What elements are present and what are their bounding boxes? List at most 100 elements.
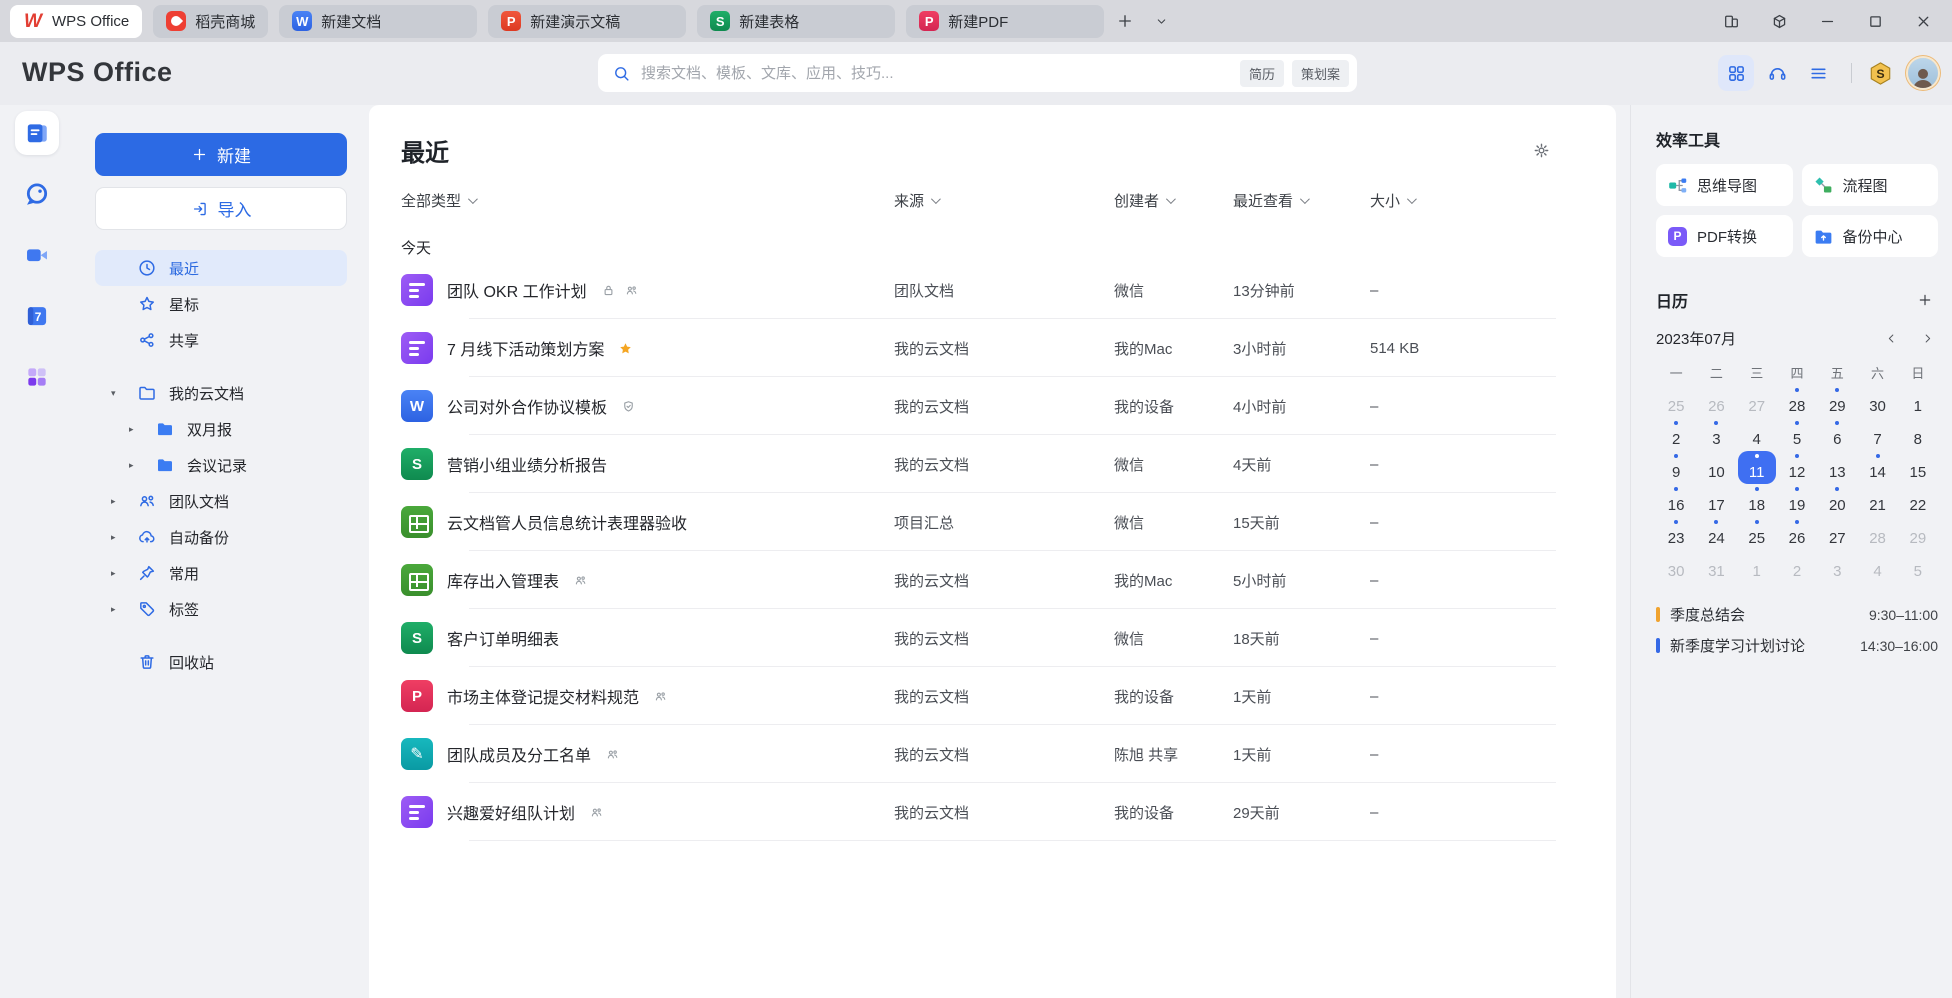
app-tab[interactable]: W WPS Office bbox=[10, 5, 142, 38]
app-tab[interactable]: 稻壳商城 bbox=[153, 5, 268, 38]
file-row[interactable]: P 市场主体登记提交材料规范 我的云文档 我的设备 1天前 – bbox=[401, 667, 1556, 725]
calendar-day[interactable]: 19 bbox=[1777, 484, 1817, 517]
calendar-day[interactable]: 15 bbox=[1898, 451, 1938, 484]
calendar-day[interactable]: 14 bbox=[1857, 451, 1897, 484]
tool-backup[interactable]: 备份中心 bbox=[1802, 215, 1939, 257]
filter-viewed[interactable]: 最近查看 bbox=[1233, 190, 1370, 211]
calendar-day[interactable]: 4 bbox=[1857, 550, 1897, 583]
maximize-button[interactable] bbox=[1860, 6, 1890, 36]
list-settings-button[interactable] bbox=[1526, 136, 1556, 166]
calendar-day[interactable]: 20 bbox=[1817, 484, 1857, 517]
calendar-day[interactable]: 26 bbox=[1696, 385, 1736, 418]
calendar-day[interactable]: 7 bbox=[1857, 418, 1897, 451]
minimize-button[interactable] bbox=[1812, 6, 1842, 36]
tool-flowchart[interactable]: 流程图 bbox=[1802, 164, 1939, 206]
sidebar-item[interactable]: ▸ 团队文档 bbox=[95, 483, 347, 519]
calendar-day[interactable]: 9 bbox=[1656, 451, 1696, 484]
rail-item-docs[interactable] bbox=[15, 111, 59, 155]
sidebar-item[interactable]: 回收站 bbox=[95, 644, 347, 680]
calendar-day[interactable]: 23 bbox=[1656, 517, 1696, 550]
sidebar-item[interactable]: ▾ 我的云文档 bbox=[95, 375, 347, 411]
calendar-day[interactable]: 4 bbox=[1737, 418, 1777, 451]
calendar-day[interactable]: 21 bbox=[1857, 484, 1897, 517]
sidebar-item[interactable]: 星标 bbox=[95, 286, 347, 322]
filter-source[interactable]: 来源 bbox=[894, 190, 1114, 211]
search-hint-pill[interactable]: 策划案 bbox=[1292, 60, 1349, 87]
tool-pdfconvert[interactable]: P PDF转换 bbox=[1656, 215, 1793, 257]
file-row[interactable]: 云文档管人员信息统计表理器验收 项目汇总 微信 15天前 – bbox=[401, 493, 1556, 551]
global-menu-button[interactable] bbox=[1800, 55, 1836, 91]
calendar-day[interactable]: 18 bbox=[1737, 484, 1777, 517]
calendar-day[interactable]: 30 bbox=[1857, 385, 1897, 418]
sidebar-item[interactable]: 最近 bbox=[95, 250, 347, 286]
calendar-day[interactable]: 3 bbox=[1696, 418, 1736, 451]
calendar-day[interactable]: 1 bbox=[1737, 550, 1777, 583]
calendar-day[interactable]: 30 bbox=[1656, 550, 1696, 583]
app-tab[interactable]: S 新建表格 bbox=[697, 5, 895, 38]
svip-badge[interactable]: S bbox=[1867, 60, 1894, 87]
calendar-day[interactable]: 12 bbox=[1777, 451, 1817, 484]
calendar-day[interactable]: 25 bbox=[1656, 385, 1696, 418]
calendar-day[interactable]: 26 bbox=[1777, 517, 1817, 550]
calendar-day[interactable]: 8 bbox=[1898, 418, 1938, 451]
calendar-day[interactable]: 10 bbox=[1696, 451, 1736, 484]
tab-list-button[interactable] bbox=[1146, 6, 1176, 36]
new-document-button[interactable]: 新建 bbox=[95, 133, 347, 176]
new-tab-button[interactable] bbox=[1110, 6, 1140, 36]
file-row[interactable]: S 客户订单明细表 我的云文档 微信 18天前 – bbox=[401, 609, 1556, 667]
calendar-day[interactable]: 1 bbox=[1898, 385, 1938, 418]
sidebar-item[interactable]: ▸ 双月报 bbox=[95, 411, 347, 447]
rail-item-calendar7[interactable]: 7 bbox=[15, 294, 59, 338]
search-hint-pill[interactable]: 简历 bbox=[1240, 60, 1284, 87]
calendar-day[interactable]: 28 bbox=[1857, 517, 1897, 550]
calendar-day[interactable]: 27 bbox=[1817, 517, 1857, 550]
calendar-day[interactable]: 22 bbox=[1898, 484, 1938, 517]
calendar-day[interactable]: 2 bbox=[1777, 550, 1817, 583]
filter-creator[interactable]: 创建者 bbox=[1114, 190, 1233, 211]
import-button[interactable]: 导入 bbox=[95, 187, 347, 230]
apps-grid-button[interactable] bbox=[1718, 55, 1754, 91]
sidebar-item[interactable]: ▸ 自动备份 bbox=[95, 519, 347, 555]
rail-item-apps[interactable] bbox=[15, 355, 59, 399]
support-button[interactable] bbox=[1759, 55, 1795, 91]
file-row[interactable]: S 营销小组业绩分析报告 我的云文档 微信 4天前 – bbox=[401, 435, 1556, 493]
sidebar-item[interactable]: ▸ 会议记录 bbox=[95, 447, 347, 483]
close-button[interactable] bbox=[1908, 6, 1938, 36]
add-event-button[interactable] bbox=[1912, 287, 1938, 313]
calendar-day[interactable]: 13 bbox=[1817, 451, 1857, 484]
user-avatar[interactable] bbox=[1908, 58, 1938, 88]
calendar-day[interactable]: 2 bbox=[1656, 418, 1696, 451]
calendar-day[interactable]: 5 bbox=[1898, 550, 1938, 583]
calendar-day[interactable]: 3 bbox=[1817, 550, 1857, 583]
file-row[interactable]: 库存出入管理表 我的云文档 我的Mac 5小时前 – bbox=[401, 551, 1556, 609]
next-month-button[interactable] bbox=[1916, 327, 1938, 349]
app-tab[interactable]: P 新建演示文稿 bbox=[488, 5, 686, 38]
app-tab[interactable]: P 新建PDF bbox=[906, 5, 1104, 38]
rail-item-meeting[interactable] bbox=[15, 233, 59, 277]
calendar-day[interactable]: 25 bbox=[1737, 517, 1777, 550]
app-tab[interactable]: W 新建文档 bbox=[279, 5, 477, 38]
file-row[interactable]: 7 月线下活动策划方案 我的云文档 我的Mac 3小时前 514 KB bbox=[401, 319, 1556, 377]
prev-month-button[interactable] bbox=[1880, 327, 1902, 349]
calendar-event[interactable]: 季度总结会 9:30–11:00 bbox=[1656, 599, 1938, 630]
rail-item-chat[interactable] bbox=[15, 172, 59, 216]
tool-mindmap[interactable]: 思维导图 bbox=[1656, 164, 1793, 206]
calendar-day[interactable]: 16 bbox=[1656, 484, 1696, 517]
calendar-day[interactable]: 5 bbox=[1777, 418, 1817, 451]
calendar-day[interactable]: 11 bbox=[1737, 451, 1777, 484]
workspace-button[interactable] bbox=[1764, 6, 1794, 36]
filter-name[interactable]: 全部类型 bbox=[401, 190, 894, 211]
sidebar-item[interactable]: 共享 bbox=[95, 322, 347, 358]
sidebar-item[interactable]: ▸ 常用 bbox=[95, 555, 347, 591]
file-row[interactable]: ✎ 团队成员及分工名单 我的云文档 陈旭 共享 1天前 – bbox=[401, 725, 1556, 783]
calendar-event[interactable]: 新季度学习计划讨论 14:30–16:00 bbox=[1656, 630, 1938, 661]
calendar-day[interactable]: 17 bbox=[1696, 484, 1736, 517]
calendar-day[interactable]: 27 bbox=[1737, 385, 1777, 418]
calendar-day[interactable]: 6 bbox=[1817, 418, 1857, 451]
sidebar-item[interactable]: ▸ 标签 bbox=[95, 591, 347, 627]
file-row[interactable]: 兴趣爱好组队计划 我的云文档 我的设备 29天前 – bbox=[401, 783, 1556, 841]
file-row[interactable]: W 公司对外合作协议模板 我的云文档 我的设备 4小时前 – bbox=[401, 377, 1556, 435]
calendar-day[interactable]: 29 bbox=[1817, 385, 1857, 418]
calendar-day[interactable]: 31 bbox=[1696, 550, 1736, 583]
filter-size[interactable]: 大小 bbox=[1370, 190, 1556, 211]
